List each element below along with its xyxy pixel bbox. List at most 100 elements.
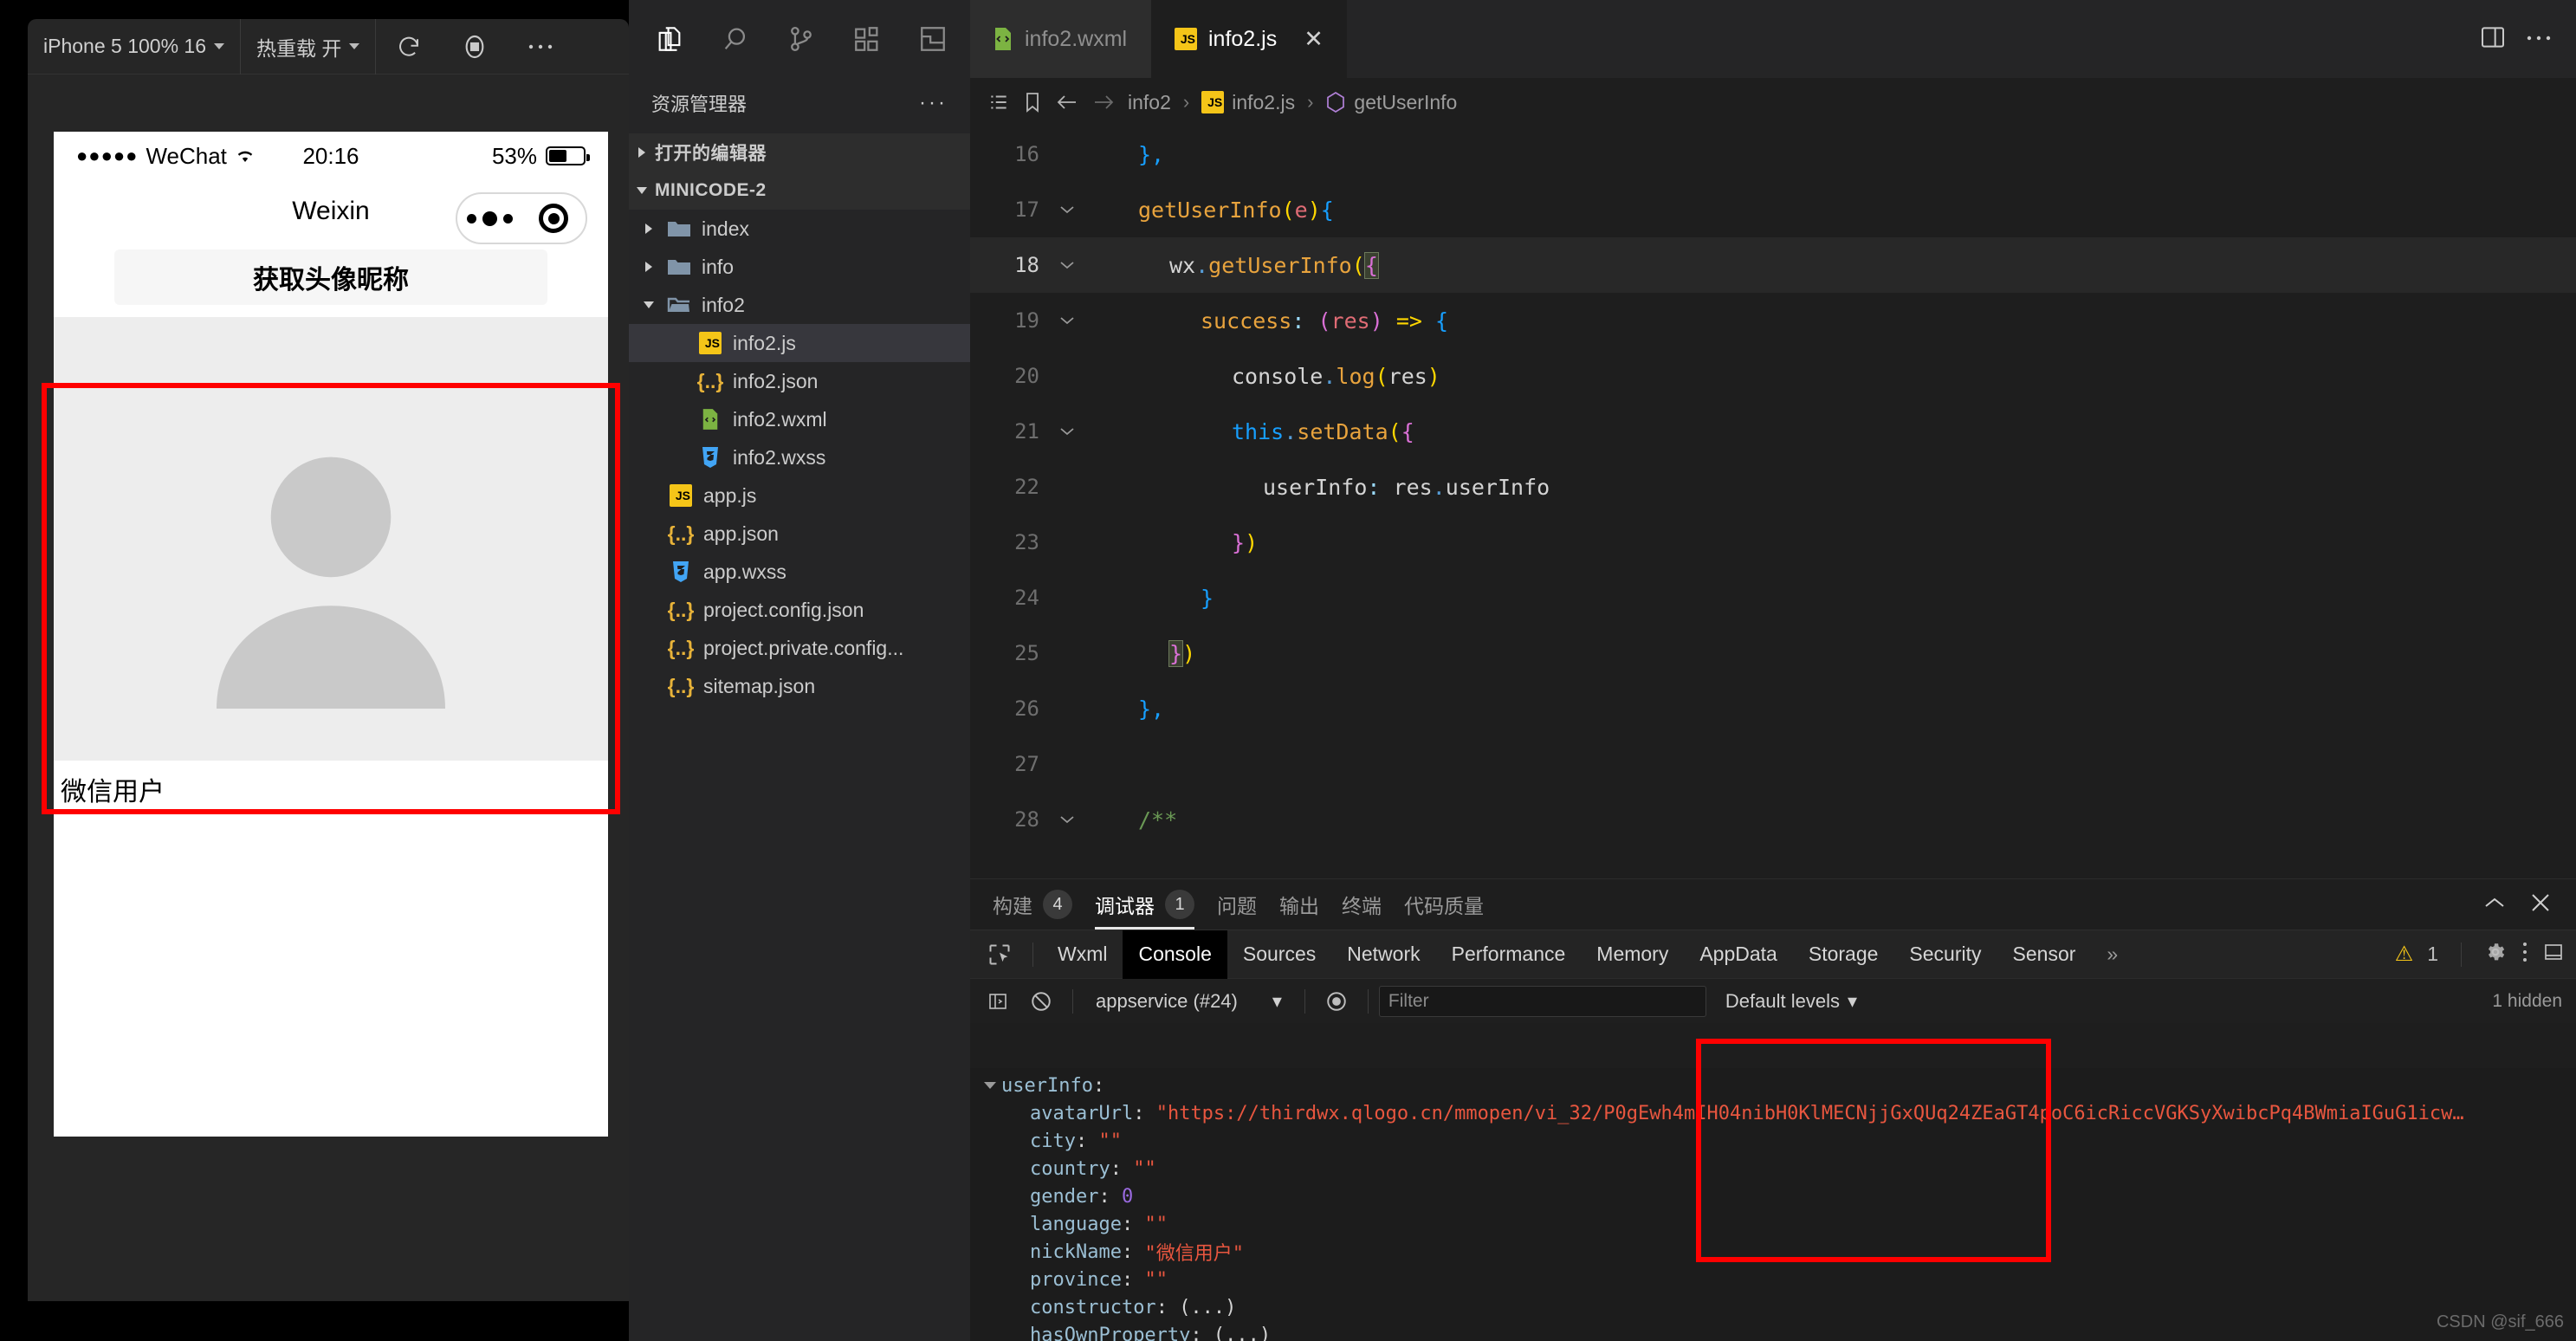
stop-record-icon[interactable] [442, 19, 508, 74]
hotreload-selector[interactable]: 热重载 开 [241, 18, 377, 74]
target-icon[interactable] [521, 204, 586, 233]
section-open-editors[interactable]: 打开的编辑器 [629, 133, 970, 172]
close-icon[interactable] [2529, 891, 2552, 918]
tab-info2-wxml[interactable]: info2.wxml [970, 0, 1152, 78]
tree-file-app-json[interactable]: {..} app.json [629, 515, 970, 553]
console-property-row[interactable]: gender: 0 [970, 1182, 2576, 1210]
console-context-select[interactable]: appservice (#24) ▾ [1084, 990, 1294, 1013]
tree-file-info2-wxml[interactable]: info2.wxml [629, 400, 970, 438]
outline-icon[interactable] [987, 91, 1010, 113]
live-expression-icon[interactable] [1316, 981, 1357, 1022]
console-property-row[interactable]: avatarUrl: "https://thirdwx.qlogo.cn/mmo… [970, 1099, 2576, 1127]
code-line[interactable]: 17 getUserInfo(e){ [970, 182, 2576, 237]
console-property-row[interactable]: nickName: "微信用户" [970, 1238, 2576, 1266]
tree-file-project-private-config-json[interactable]: {..} project.private.config... [629, 629, 970, 667]
code-line[interactable]: 22 userInfo: res.userInfo [970, 459, 2576, 515]
code-line[interactable]: 19 success: (res) => { [970, 293, 2576, 348]
dock-icon[interactable] [2543, 942, 2564, 968]
console-property-row[interactable]: userInfo: [970, 1072, 2576, 1099]
tab-info2-js[interactable]: JS info2.js ✕ [1152, 0, 1347, 78]
devtools-tabs-overflow[interactable]: » [2091, 930, 2133, 979]
layout-icon[interactable] [904, 9, 961, 69]
code-line[interactable]: 28 /** [970, 792, 2576, 847]
console-property-row[interactable]: constructor: (...) [970, 1293, 2576, 1321]
breadcrumb-item-file[interactable]: JS info2.js [1201, 91, 1295, 114]
panel-tab-code-quality[interactable]: 代码质量 [1404, 879, 1484, 930]
tree-file-info2-wxss[interactable]: info2.wxss [629, 438, 970, 476]
tree-folder-info[interactable]: info [629, 248, 970, 286]
explorer-icon[interactable] [641, 9, 698, 69]
devtools-tab-security[interactable]: Security [1893, 930, 1997, 979]
fold-chevron-icon[interactable] [1050, 814, 1084, 825]
bookmark-icon[interactable] [1022, 91, 1043, 113]
extensions-icon[interactable] [838, 9, 896, 69]
devtools-tab-sensor[interactable]: Sensor [1997, 930, 2092, 979]
more-actions-icon[interactable] [2526, 31, 2552, 47]
panel-tab-build[interactable]: 构建 4 [993, 879, 1072, 930]
panel-tab-terminal[interactable]: 终端 [1342, 879, 1382, 930]
console-property-row[interactable]: country: "" [970, 1155, 2576, 1182]
console-output[interactable]: userInfo: avatarUrl: "https://thirdwx.ql… [970, 1068, 2576, 1341]
console-property-row[interactable]: city: "" [970, 1127, 2576, 1155]
fold-chevron-icon[interactable] [1050, 315, 1084, 326]
source-control-icon[interactable] [773, 9, 830, 69]
tree-file-info2-json[interactable]: {..} info2.json [629, 362, 970, 400]
devtools-tab-console[interactable]: Console [1123, 930, 1227, 979]
console-levels-select[interactable]: Default levels ▾ [1725, 990, 1857, 1013]
panel-tab-output[interactable]: 输出 [1279, 879, 1319, 930]
gear-icon[interactable] [2484, 941, 2507, 968]
devtools-tab-network[interactable]: Network [1331, 930, 1435, 979]
code-line[interactable]: 20 console.log(res) [970, 348, 2576, 404]
fold-chevron-icon[interactable] [1050, 204, 1084, 215]
get-userinfo-button[interactable]: 获取头像昵称 [114, 249, 547, 305]
devtools-tab-appdata[interactable]: AppData [1684, 930, 1793, 979]
console-property-row[interactable]: hasOwnProperty: (...) [970, 1321, 2576, 1341]
clear-console-icon[interactable] [1020, 981, 1062, 1022]
console-property-row[interactable]: language: "" [970, 1210, 2576, 1238]
code-line[interactable]: 26}, [970, 681, 2576, 736]
more-icon[interactable] [508, 19, 573, 74]
chevron-up-icon[interactable] [2482, 894, 2507, 916]
tree-file-app-js[interactable]: JS app.js [629, 476, 970, 515]
code-line[interactable]: 27 [970, 736, 2576, 792]
code-lines[interactable]: 16}, 17 getUserInfo(e){18 wx.getUserInfo({1… [970, 126, 2576, 878]
console-sidebar-icon[interactable] [977, 981, 1019, 1022]
console-property-row[interactable]: province: "" [970, 1266, 2576, 1293]
arrow-right-icon[interactable] [1091, 92, 1116, 113]
devtools-tab-performance[interactable]: Performance [1436, 930, 1582, 979]
tree-file-info2-js[interactable]: JS info2.js [629, 324, 970, 362]
code-line[interactable]: 16}, [970, 126, 2576, 182]
panel-tab-problems[interactable]: 问题 [1217, 879, 1257, 930]
close-icon[interactable]: ✕ [1304, 26, 1324, 53]
code-line[interactable]: 24} [970, 570, 2576, 625]
tree-file-project-config-json[interactable]: {..} project.config.json [629, 591, 970, 629]
devtools-tab-sources[interactable]: Sources [1227, 930, 1331, 979]
devtools-tab-memory[interactable]: Memory [1581, 930, 1684, 979]
more-vertical-icon[interactable] [2521, 940, 2529, 969]
breadcrumb-item-folder[interactable]: info2 [1128, 91, 1171, 114]
split-editor-icon[interactable] [2479, 23, 2507, 55]
tree-folder-index[interactable]: index [629, 210, 970, 248]
devtools-tab-storage[interactable]: Storage [1793, 930, 1894, 979]
section-minicode-2[interactable]: MINICODE-2 [629, 172, 970, 210]
capsule-button[interactable] [456, 192, 587, 244]
code-line[interactable]: 23}) [970, 515, 2576, 570]
search-icon[interactable] [707, 9, 764, 69]
tree-file-app-wxss[interactable]: app.wxss [629, 553, 970, 591]
tree-folder-info2[interactable]: info2 [629, 286, 970, 324]
breadcrumb-item-symbol[interactable]: getUserInfo [1325, 91, 1457, 114]
devtools-tab-wxml[interactable]: Wxml [1042, 930, 1123, 979]
device-selector[interactable]: iPhone 5 100% 16 [28, 18, 241, 74]
tree-file-sitemap-json[interactable]: {..} sitemap.json [629, 667, 970, 705]
arrow-left-icon[interactable] [1055, 92, 1079, 113]
code-line[interactable]: 18 wx.getUserInfo({ [970, 237, 2576, 293]
expand-triangle-icon[interactable] [984, 1082, 996, 1089]
more-dots-icon[interactable] [457, 211, 521, 226]
code-line[interactable]: 21 this.setData({ [970, 404, 2576, 459]
code-line[interactable]: 25}) [970, 625, 2576, 681]
explorer-more-icon[interactable]: ··· [919, 91, 948, 115]
console-filter-input[interactable]: Filter [1378, 985, 1706, 1017]
refresh-icon[interactable] [376, 19, 442, 74]
panel-tab-debugger[interactable]: 调试器 1 [1095, 879, 1194, 930]
fold-chevron-icon[interactable] [1050, 426, 1084, 437]
